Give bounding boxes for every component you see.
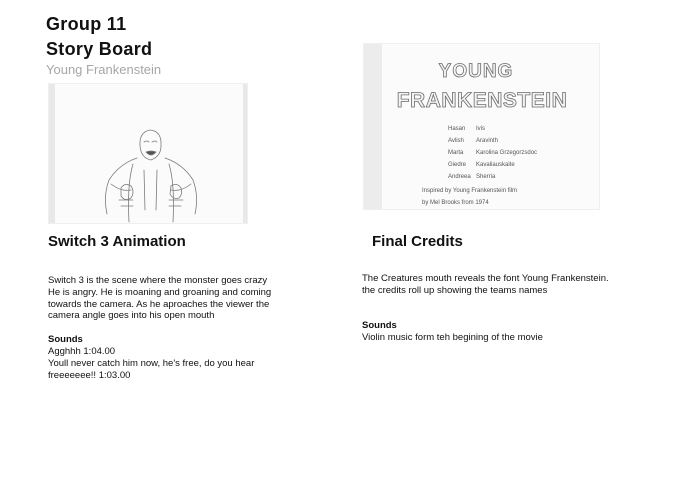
credit-first: Hasan — [448, 126, 465, 132]
description-line: camera angle goes into his open mouth — [48, 310, 215, 322]
inspired-line2: by Mel Brooks from 1974 — [422, 200, 489, 206]
scene2-description: The Creatures mouth reveals the font You… — [362, 273, 652, 297]
credit-last: Aravinth — [476, 138, 498, 144]
scene1-sounds-heading: Sounds — [48, 334, 83, 345]
scene1-sounds: Agghhh 1:04.00 Youll never catch him now… — [48, 346, 298, 381]
description-line: He is angry. He is moaning and groaning … — [48, 286, 272, 298]
description-line: Switch 3 is the scene where the monster … — [48, 275, 268, 286]
scene2-title: Final Credits — [372, 233, 463, 250]
storyboard-frame-monster — [48, 83, 248, 224]
credit-first: Avlish — [448, 138, 464, 144]
sketch-title-line1: YOUNG — [439, 61, 514, 82]
scene2-sounds-heading: Sounds — [362, 320, 397, 331]
scene1-description: Switch 3 is the scene where the monster … — [48, 275, 298, 322]
sketch-title-line2: FRANKENSTEIN — [397, 89, 568, 112]
group-label: Group 11 — [46, 14, 127, 34]
credits-sketch: YOUNG FRANKENSTEIN Hasan Ivis Avlish Ara… — [396, 61, 568, 206]
sound-line: freeeeeee!! 1:03.00 — [48, 369, 131, 381]
scene1-title: Switch 3 Animation — [48, 233, 186, 250]
credit-first: Giedre — [448, 162, 467, 168]
credit-last: Sherria — [476, 174, 496, 180]
credit-last: Ivis — [476, 126, 485, 132]
credit-first: Marta — [448, 150, 464, 156]
page-title: Story Board — [46, 39, 153, 59]
inspired-line1: Inspired by Young Frankenstein film — [422, 188, 517, 194]
credit-last: Kavaliauskaite — [476, 162, 515, 168]
description-line: the credits roll up showing the teams na… — [362, 284, 548, 296]
description-line: towards the camera. As he aproaches the … — [48, 298, 270, 310]
sound-line: Youll never catch him now, he's free, do… — [48, 357, 255, 369]
credit-last: Karolina Grzegorzsdoc — [476, 150, 537, 156]
description-line: The Creatures mouth reveals the font You… — [362, 273, 609, 284]
monster-sketch — [105, 129, 197, 223]
storyboard-frame-credits: YOUNG FRANKENSTEIN Hasan Ivis Avlish Ara… — [363, 43, 600, 210]
credit-first: Andreea — [448, 174, 471, 180]
sound-line: Agghhh 1:04.00 — [48, 346, 116, 357]
page-subtitle: Young Frankenstein — [46, 62, 162, 77]
sound-line: Violin music form teh begining of the mo… — [362, 332, 543, 343]
scene2-sounds: Violin music form teh begining of the mo… — [362, 332, 652, 344]
